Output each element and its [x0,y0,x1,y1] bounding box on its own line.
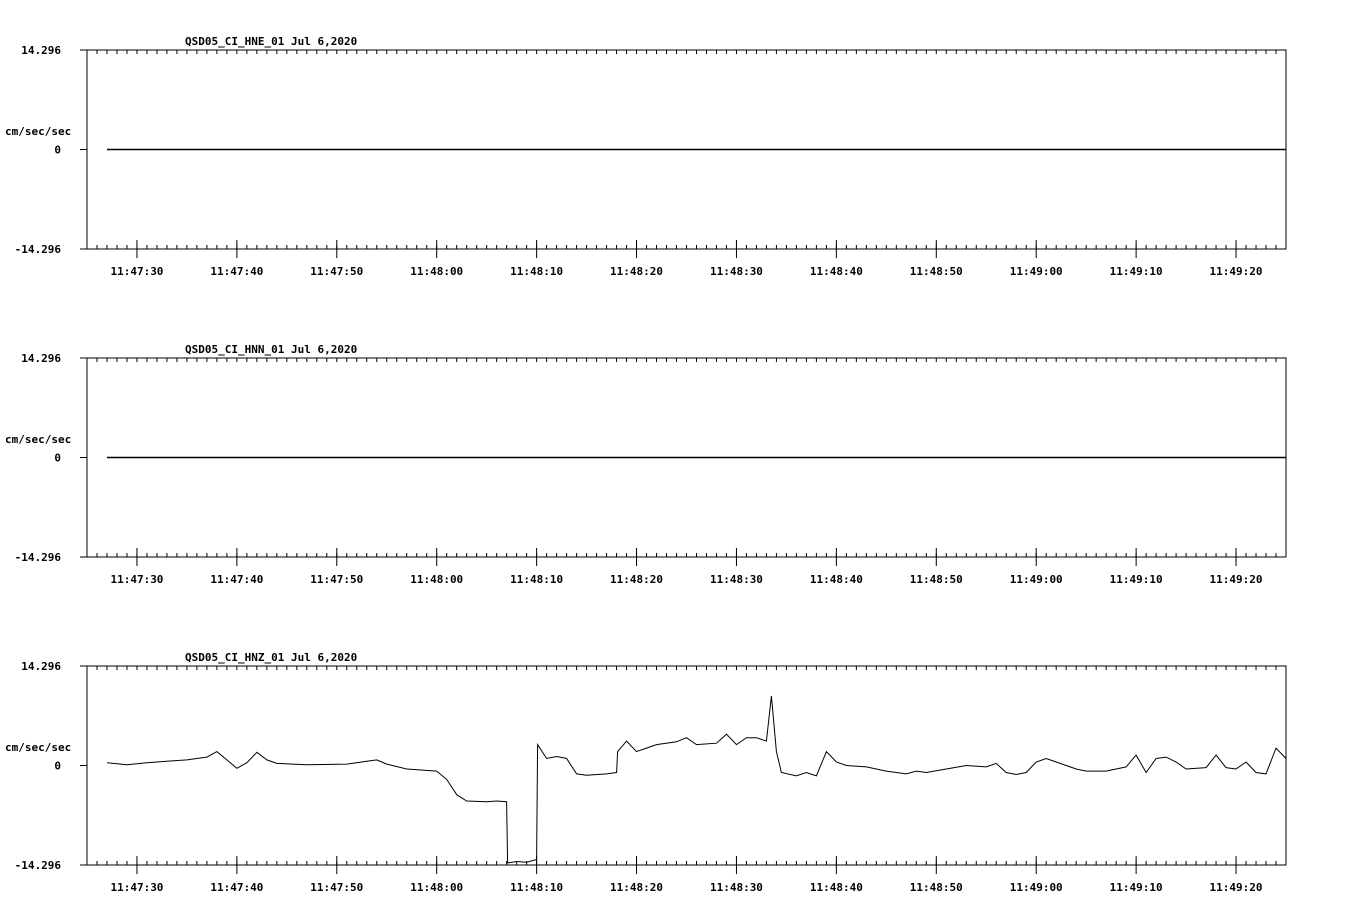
y-tick-label: -14.296 [15,551,62,564]
y-tick-label: 14.296 [21,44,61,57]
y-tick-label: 14.296 [21,352,61,365]
x-tick-label: 11:49:20 [1210,573,1263,586]
panel-hnz: QSD05_CI_HNZ_01 Jul 6,2020 14.296 0 -14.296… [5,651,1287,894]
x-tick-label: 11:48:50 [910,881,963,894]
x-tick-label: 11:48:00 [410,881,463,894]
panel-hne: QSD05_CI_HNE_01 Jul 6,2020 14.296 0 -14.296… [5,35,1287,278]
plot-frame [86,665,1287,866]
x-tick-label: 11:49:10 [1110,881,1163,894]
x-tick-label: 11:48:40 [810,881,863,894]
y-tick-label: 0 [54,452,61,465]
panel-title: QSD05_CI_HNN_01 Jul 6,2020 [185,343,357,356]
x-tick-label: 11:48:10 [510,265,563,278]
x-tick-label: 11:47:30 [110,881,163,894]
x-tick-label: 11:47:50 [310,265,363,278]
x-tick-label: 11:48:50 [910,265,963,278]
x-tick-label: 11:48:50 [910,573,963,586]
x-tick-label: 11:48:10 [510,573,563,586]
x-tick-label: 11:48:10 [510,881,563,894]
x-tick-label: 11:47:40 [210,573,263,586]
x-tick-label: 11:49:00 [1010,265,1063,278]
x-tick-label: 11:49:00 [1010,573,1063,586]
y-axis-label: cm/sec/sec [5,433,71,446]
x-tick-label: 11:49:00 [1010,881,1063,894]
x-tick-label: 11:47:30 [110,265,163,278]
y-tick-label: -14.296 [15,243,62,256]
y-tick-label: 0 [54,760,61,773]
x-tick-label: 11:48:40 [810,573,863,586]
x-tick-label: 11:48:00 [410,573,463,586]
x-tick-label: 11:47:40 [210,265,263,278]
y-tick-label: -14.296 [15,859,62,872]
x-tick-label: 11:48:30 [710,881,763,894]
y-tick-label: 14.296 [21,660,61,673]
panel-title: QSD05_CI_HNE_01 Jul 6,2020 [185,35,357,48]
x-tick-label: 11:47:50 [310,881,363,894]
seismogram-figure: QSD05_CI_HNE_01 Jul 6,2020 14.296 0 -14.296… [5,35,1287,894]
x-tick-label: 11:48:30 [710,573,763,586]
waveform-trace [106,695,1287,864]
y-axis-label: cm/sec/sec [5,741,71,754]
panel-hnn: QSD05_CI_HNN_01 Jul 6,2020 14.296 0 -14.296… [5,343,1287,586]
x-tick-label: 11:49:10 [1110,265,1163,278]
x-tick-label: 11:47:30 [110,573,163,586]
x-tick-label: 11:49:20 [1210,265,1263,278]
x-tick-label: 11:48:40 [810,265,863,278]
x-tick-label: 11:48:00 [410,265,463,278]
panel-title: QSD05_CI_HNZ_01 Jul 6,2020 [185,651,357,664]
x-tick-label: 11:49:10 [1110,573,1163,586]
x-tick-label: 11:47:50 [310,573,363,586]
y-axis-label: cm/sec/sec [5,125,71,138]
x-tick-label: 11:48:20 [610,881,663,894]
y-tick-label: 0 [54,144,61,157]
x-tick-label: 11:48:30 [710,265,763,278]
x-tick-label: 11:48:20 [610,573,663,586]
x-tick-label: 11:48:20 [610,265,663,278]
x-tick-label: 11:49:20 [1210,881,1263,894]
x-tick-label: 11:47:40 [210,881,263,894]
